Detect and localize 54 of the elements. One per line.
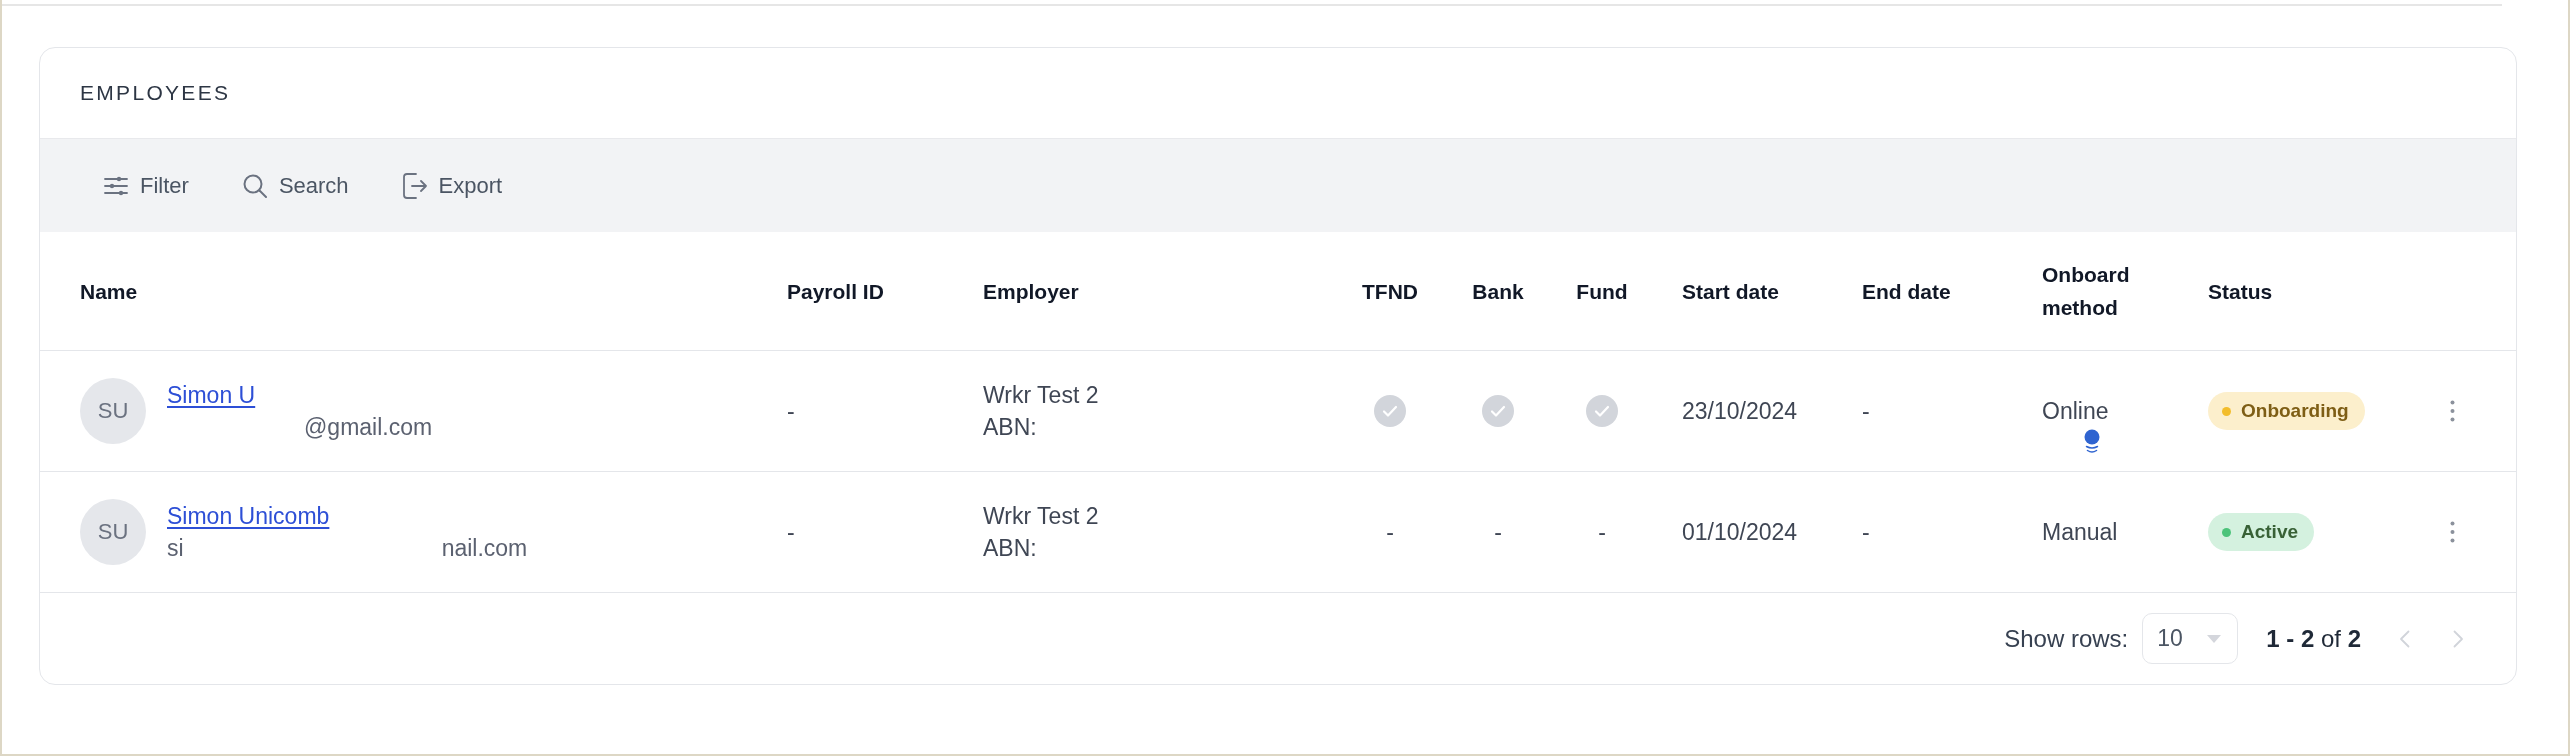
column-header: Payroll ID: [787, 278, 884, 305]
chevron-left-icon: [2399, 629, 2410, 648]
onboard-method: Manual: [2042, 518, 2118, 547]
start-date: 01/10/2024: [1682, 518, 1798, 546]
status-label: Onboarding: [2241, 400, 2349, 422]
vertical-dots-icon: [2450, 400, 2455, 422]
avatar: SU: [80, 378, 146, 444]
employee-name-link[interactable]: Simon U: [167, 379, 256, 411]
column-header: Bank: [1472, 278, 1524, 305]
sliders-icon: [104, 175, 128, 196]
column-header: Onboard method: [2042, 262, 2131, 321]
start-date: 23/10/2024: [1682, 397, 1798, 425]
export-icon: [402, 172, 427, 199]
bank-value: -: [1494, 518, 1502, 546]
pagination-range: 1 - 2 of 2: [2266, 624, 2361, 653]
employer-name: Wrkr Test 2: [983, 381, 1099, 410]
column-header: Status: [2208, 278, 2273, 305]
tfnd-value: -: [1386, 518, 1394, 546]
check-circle-icon: [1482, 395, 1514, 427]
column-header: Name: [80, 278, 138, 305]
card-title: EMPLOYEES: [80, 81, 231, 105]
column-header: Employer: [983, 278, 1079, 305]
email-fragment: nail.com: [441, 534, 528, 563]
payroll-id: -: [787, 397, 795, 425]
chevron-right-icon: [2453, 629, 2464, 648]
email-fragment: si: [167, 534, 184, 563]
search-icon: [242, 173, 267, 198]
fund-value: -: [1598, 518, 1606, 546]
end-date: -: [1862, 397, 1870, 425]
abn-label: ABN:: [983, 534, 1038, 563]
check-circle-icon: [1586, 395, 1618, 427]
payroll-id: -: [787, 518, 795, 546]
more-actions-button[interactable]: [2450, 521, 2455, 543]
export-button[interactable]: Export: [390, 164, 515, 207]
check-circle-icon: [1374, 395, 1406, 427]
filter-button[interactable]: Filter: [92, 164, 201, 207]
vertical-dots-icon: [2450, 521, 2455, 543]
employer-name: Wrkr Test 2: [983, 502, 1099, 531]
column-header: Fund: [1576, 278, 1628, 305]
more-actions-button[interactable]: [2450, 400, 2455, 422]
rows-per-page-select[interactable]: 10: [2142, 613, 2239, 664]
email-fragment: @gmail.com: [304, 413, 433, 442]
avatar: SU: [80, 499, 146, 565]
onboard-method: Online: [2042, 397, 2109, 426]
employee-name-link[interactable]: Simon Unicomb: [167, 500, 330, 532]
column-header: Start date: [1682, 278, 1779, 305]
status-label: Active: [2241, 521, 2299, 543]
column-header: End date: [1862, 278, 1951, 305]
caret-icon: [2207, 634, 2222, 643]
end-date: -: [1862, 518, 1870, 546]
search-button[interactable]: Search: [230, 164, 361, 207]
rows-per-page-label: Show rows:: [2004, 624, 2129, 653]
abn-label: ABN:: [983, 413, 1038, 442]
column-header: TFND: [1362, 278, 1418, 305]
